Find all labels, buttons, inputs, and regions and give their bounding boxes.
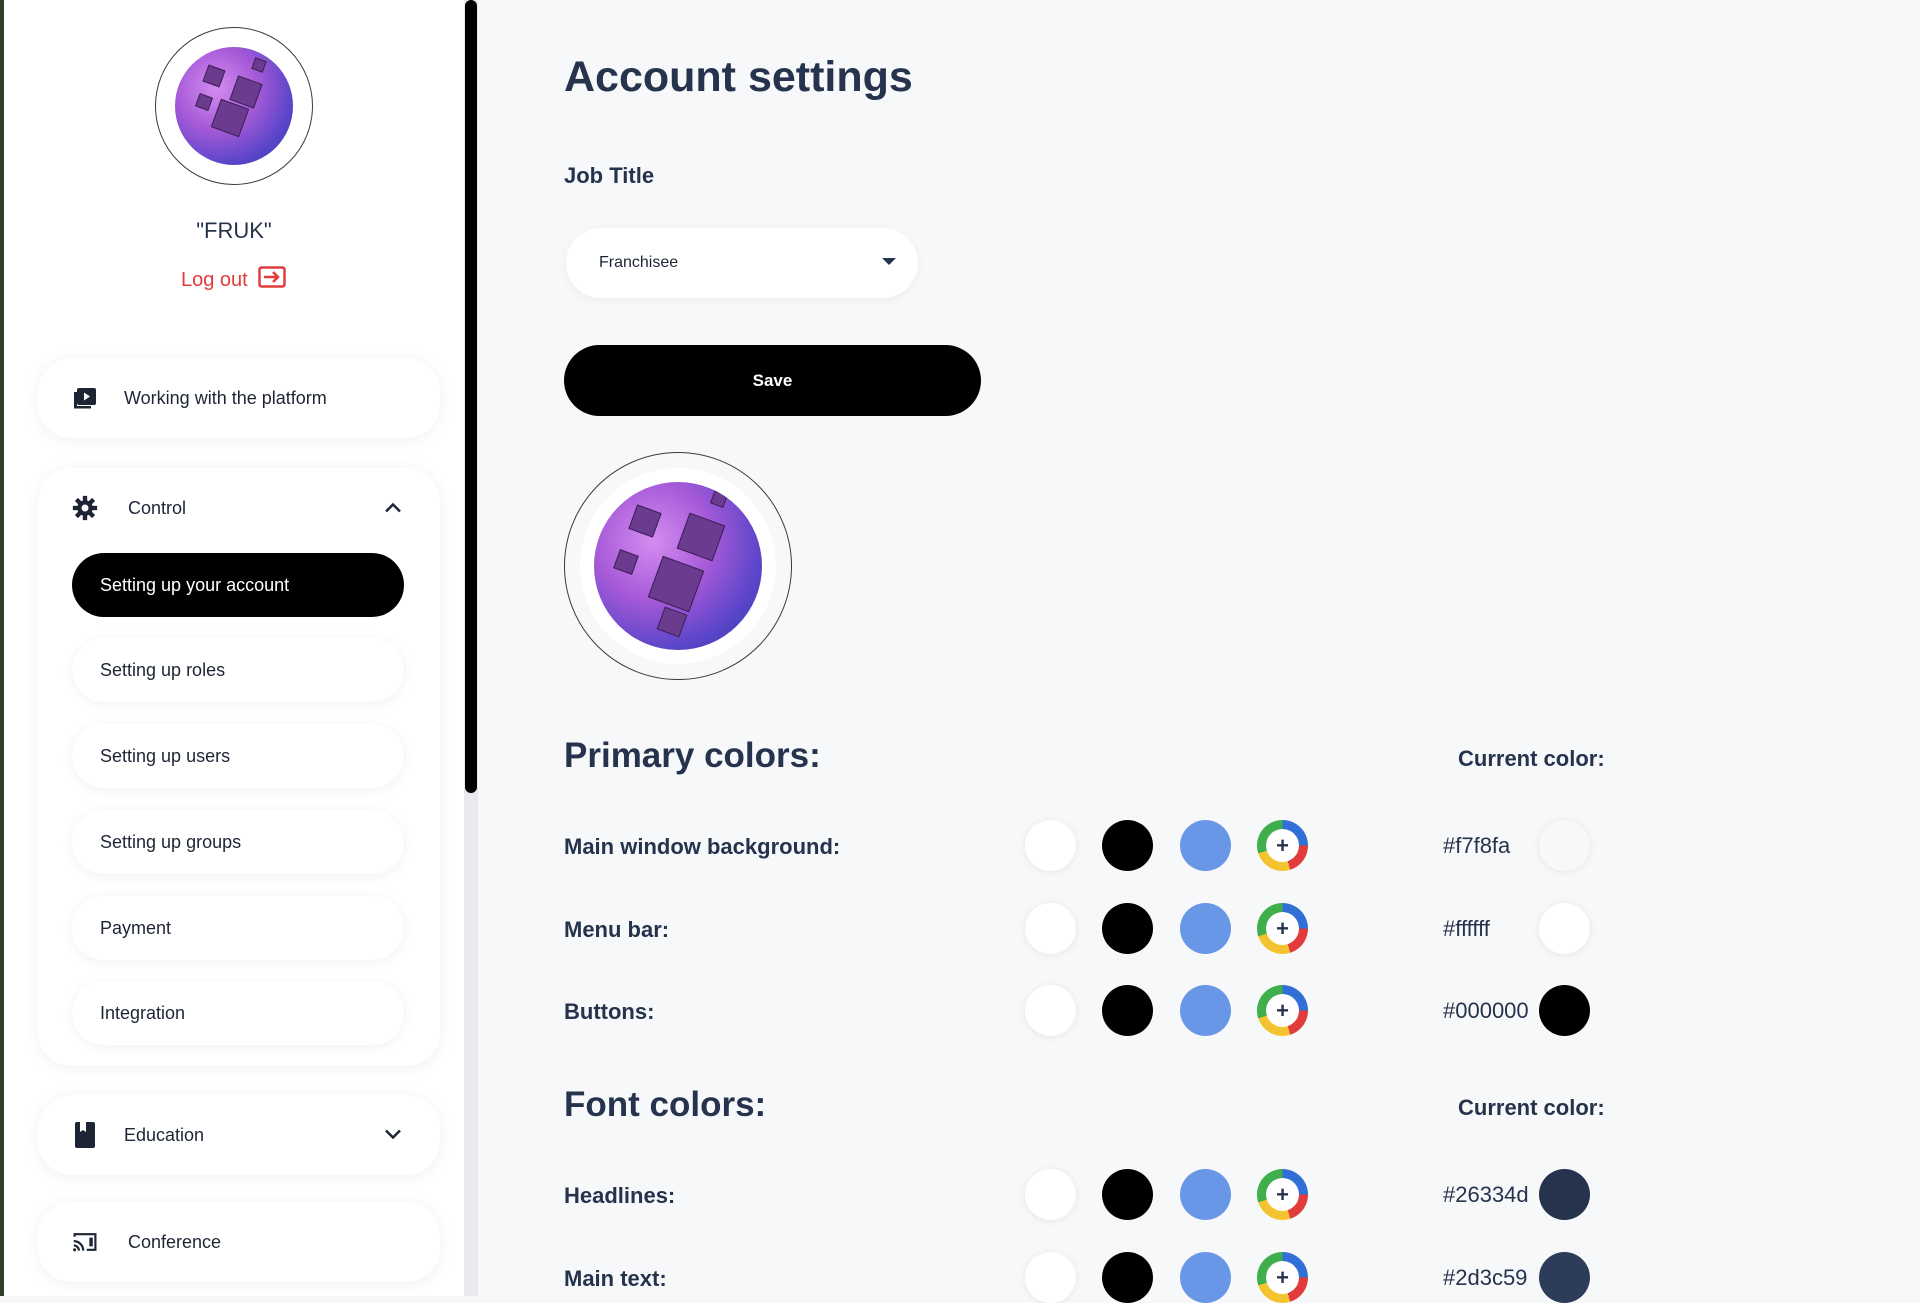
nav-conference[interactable]: Conference [38, 1202, 440, 1282]
nav-integration[interactable]: Integration [72, 981, 404, 1045]
job-title-value: Franchisee [599, 254, 679, 271]
chevron-down-icon [384, 1125, 402, 1146]
color-option-black[interactable] [1102, 1169, 1153, 1220]
main-content: Account settings Job Title Franchisee Sa… [478, 0, 1920, 1303]
row-label: Buttons: [564, 999, 655, 1024]
color-picker-plus-icon[interactable]: + [1257, 985, 1308, 1036]
book-icon [72, 1122, 98, 1148]
color-option-blue[interactable] [1180, 903, 1231, 954]
current-color-swatch [1539, 1169, 1590, 1220]
nav-control-label: Control [128, 497, 187, 518]
color-option-white[interactable] [1025, 985, 1076, 1036]
current-color-swatch [1539, 903, 1590, 954]
color-option-black[interactable] [1102, 985, 1153, 1036]
color-option-blue[interactable] [1180, 1252, 1231, 1303]
logout-link[interactable]: Log out [181, 266, 286, 294]
gear-icon [72, 495, 98, 521]
color-option-white[interactable] [1025, 1252, 1076, 1303]
cast-icon [72, 1229, 98, 1255]
color-option-blue[interactable] [1180, 985, 1231, 1036]
primary-current-color-label: Current color: [1458, 746, 1605, 771]
color-picker-plus-icon[interactable]: + [1257, 1252, 1308, 1303]
sidebar-avatar [155, 27, 313, 185]
current-color-swatch [1539, 1252, 1590, 1303]
page-title: Account settings [564, 53, 913, 101]
sidebar: "FRUK" Log out Working with the platform… [4, 0, 464, 1296]
nav-control-header[interactable]: Control [38, 468, 440, 548]
current-color-hex: #26334d [1443, 1182, 1529, 1207]
nav-education[interactable]: Education [38, 1095, 440, 1175]
row-label: Main window background: [564, 834, 841, 859]
font-colors-title: Font colors: [564, 1085, 767, 1124]
nav-education-label: Education [124, 1124, 205, 1145]
nav-setting-up-groups[interactable]: Setting up groups [72, 810, 404, 874]
nav-working-with-platform[interactable]: Working with the platform [38, 358, 440, 438]
job-title-select[interactable]: Franchisee [566, 228, 918, 298]
row-label: Headlines: [564, 1183, 676, 1208]
nav-setting-up-account[interactable]: Setting up your account [72, 553, 404, 617]
chevron-up-icon [384, 498, 402, 519]
current-color-swatch [1539, 820, 1590, 871]
nav-setting-up-roles[interactable]: Setting up roles [72, 638, 404, 702]
color-option-blue[interactable] [1180, 820, 1231, 871]
nav-conference-label: Conference [128, 1231, 222, 1252]
sidebar-scrollbar-thumb[interactable] [465, 0, 477, 793]
job-title-label: Job Title [564, 163, 655, 188]
color-option-blue[interactable] [1180, 1169, 1231, 1220]
user-name: "FRUK" [196, 218, 272, 243]
save-button[interactable]: Save [564, 345, 981, 416]
font-current-color-label: Current color: [1458, 1095, 1605, 1120]
current-color-swatch [1539, 985, 1590, 1036]
color-option-white[interactable] [1025, 1169, 1076, 1220]
play-video-icon [72, 385, 98, 411]
color-picker-plus-icon[interactable]: + [1257, 820, 1308, 871]
row-label: Main text: [564, 1266, 667, 1291]
color-option-white[interactable] [1025, 903, 1076, 954]
logout-icon [257, 266, 286, 294]
current-color-hex: #f7f8fa [1443, 833, 1511, 858]
color-option-black[interactable] [1102, 820, 1153, 871]
logout-label: Log out [181, 268, 248, 291]
current-color-hex: #ffffff [1443, 916, 1490, 941]
current-color-hex: #2d3c59 [1443, 1265, 1528, 1290]
current-color-hex: #000000 [1443, 998, 1529, 1023]
nav-working-label: Working with the platform [124, 387, 327, 408]
color-option-black[interactable] [1102, 1252, 1153, 1303]
row-label: Menu bar: [564, 917, 670, 942]
nav-payment[interactable]: Payment [72, 896, 404, 960]
caret-down-icon [882, 258, 896, 265]
nav-setting-up-users[interactable]: Setting up users [72, 724, 404, 788]
color-picker-plus-icon[interactable]: + [1257, 903, 1308, 954]
color-option-white[interactable] [1025, 820, 1076, 871]
color-option-black[interactable] [1102, 903, 1153, 954]
account-avatar[interactable] [564, 452, 792, 680]
primary-colors-title: Primary colors: [564, 736, 821, 775]
color-picker-plus-icon[interactable]: + [1257, 1169, 1308, 1220]
